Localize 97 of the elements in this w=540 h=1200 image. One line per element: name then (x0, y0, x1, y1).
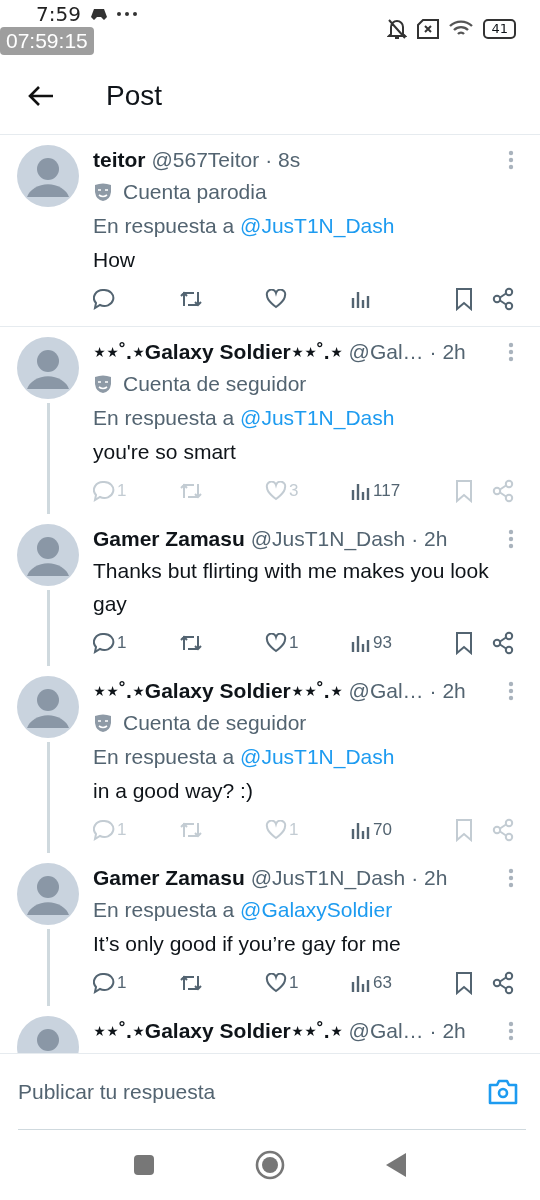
heart-icon (265, 820, 287, 840)
bookmark-button[interactable] (454, 971, 474, 995)
clock-time: 7:59 (36, 2, 81, 26)
user-handle: @Gal… (348, 1018, 424, 1044)
account-label: Cuenta parodia (123, 179, 267, 205)
bar-chart-icon (351, 481, 371, 501)
likes-button[interactable]: 1 (265, 973, 351, 993)
recording-timer: 07:59:15 (0, 27, 94, 55)
post-text: It’s only good if you’re gay for me (93, 931, 402, 957)
bar-chart-icon (351, 289, 371, 309)
user-handle: @Gal… (348, 678, 424, 704)
heart-icon (265, 289, 287, 309)
reply-context: En respuesta a @JusT1N_Dash (93, 744, 396, 771)
bookmark-icon (454, 818, 474, 842)
avatar[interactable] (17, 863, 79, 925)
user-name: ⋆⋆˚.⋆Galaxy Soldier⋆⋆˚.⋆ (93, 1018, 343, 1044)
heart-icon (265, 481, 287, 501)
post-text: you're so smart (93, 439, 237, 465)
post-time: · 8s (265, 147, 301, 173)
share-button[interactable] (492, 971, 514, 995)
reply-context: En respuesta a @JusT1N_Dash (93, 405, 396, 432)
bookmark-icon (454, 631, 474, 655)
views-button[interactable]: 63 (351, 973, 425, 993)
share-button[interactable] (492, 287, 514, 311)
post-time: · 2h (429, 339, 466, 365)
bar-chart-icon (351, 973, 371, 993)
user-handle: @JusT1N_Dash (250, 865, 406, 892)
bell-muted-icon (387, 18, 408, 40)
bookmark-button[interactable] (454, 631, 474, 655)
views-button[interactable]: 70 (351, 820, 425, 840)
views-button[interactable]: 117 (351, 481, 425, 501)
more-icon (116, 12, 137, 16)
share-icon (492, 971, 514, 995)
post-time: · 2h (429, 678, 466, 704)
reply-context: En respuesta a @JusT1N_Dash (93, 213, 396, 240)
account-label: Cuenta de seguidor (123, 371, 307, 397)
post-time: · 2h (429, 1018, 466, 1044)
avatar[interactable] (17, 524, 79, 586)
more-options-icon[interactable] (508, 342, 514, 362)
reply-context: En respuesta a @GalaxySoldier (93, 897, 394, 923)
share-icon (492, 479, 514, 503)
user-name: Gamer Zamasu (93, 865, 245, 891)
avatar[interactable] (17, 676, 79, 738)
mask-icon (93, 374, 113, 394)
back-nav-button[interactable] (385, 1152, 407, 1178)
avatar[interactable] (17, 337, 79, 399)
post-time: · 2h (411, 526, 448, 552)
heart-icon (265, 973, 287, 993)
back-button[interactable] (28, 85, 54, 107)
home-button[interactable] (255, 1150, 285, 1180)
post-text: How (93, 247, 136, 273)
speech-bubble-icon (93, 288, 115, 310)
share-icon (492, 287, 514, 311)
bookmark-icon (454, 287, 474, 311)
speech-bubble-icon (93, 819, 115, 841)
more-options-icon[interactable] (508, 150, 514, 170)
heart-icon (265, 633, 287, 653)
user-handle: @Gal… (348, 339, 424, 365)
user-name: ⋆⋆˚.⋆Galaxy Soldier⋆⋆˚.⋆ (93, 339, 343, 365)
game-controller-icon (90, 7, 107, 21)
mask-icon (93, 713, 113, 733)
bar-chart-icon (351, 633, 371, 653)
post-time: · 2h (411, 865, 448, 891)
share-button[interactable] (492, 631, 514, 655)
share-icon (492, 818, 514, 842)
more-options-icon[interactable] (508, 1021, 514, 1041)
user-name: ⋆⋆˚.⋆Galaxy Soldier⋆⋆˚.⋆ (93, 678, 343, 704)
sim-card-x-icon (417, 19, 440, 39)
more-options-icon[interactable] (508, 868, 514, 888)
replies-button[interactable]: 1 (93, 972, 179, 994)
recents-button[interactable] (133, 1154, 155, 1176)
bar-chart-icon (351, 820, 371, 840)
battery-indicator: 41 (483, 19, 516, 39)
reply-input[interactable]: Publicar tu respuesta (18, 1080, 488, 1104)
speech-bubble-icon (93, 972, 115, 994)
share-icon (492, 631, 514, 655)
user-name: Gamer Zamasu (93, 526, 245, 552)
user-handle: @567Teitor (151, 147, 260, 173)
account-label: Cuenta de seguidor (123, 710, 307, 736)
bookmark-button[interactable] (454, 287, 474, 311)
avatar[interactable] (17, 145, 79, 207)
camera-icon[interactable] (488, 1079, 518, 1105)
replies-button[interactable]: 1 (93, 632, 179, 654)
user-name: teitor (93, 147, 146, 173)
likes-button[interactable]: 1 (265, 633, 351, 653)
user-handle: @JusT1N_Dash (250, 526, 406, 553)
bookmark-icon (454, 479, 474, 503)
speech-bubble-icon (93, 480, 115, 502)
views-button[interactable]: 93 (351, 633, 425, 653)
mask-icon (93, 182, 113, 202)
more-options-icon[interactable] (508, 529, 514, 549)
post-text: in a good way? :) (93, 778, 254, 804)
page-title: Post (106, 80, 163, 112)
speech-bubble-icon (93, 632, 115, 654)
post-text: Thanks but flirting with me makes you look gay (93, 558, 490, 617)
more-options-icon[interactable] (508, 681, 514, 701)
bookmark-icon (454, 971, 474, 995)
